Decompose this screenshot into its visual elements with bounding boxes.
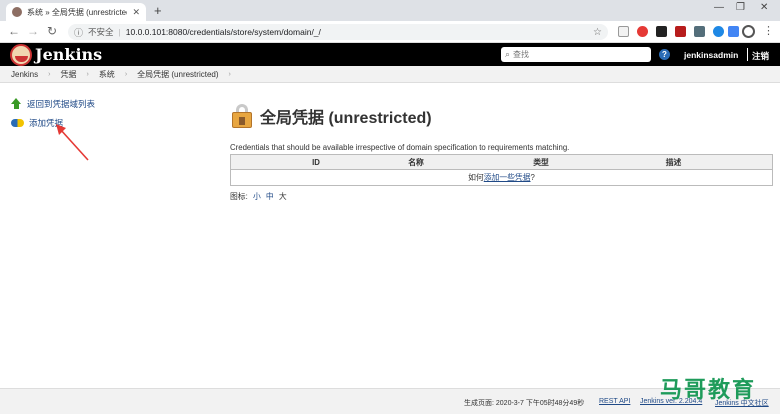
profile-avatar-icon[interactable]	[742, 25, 755, 38]
user-link[interactable]: jenkinsadmin	[684, 50, 738, 60]
tab-title: 系统 » 全局凭据 (unrestricted) [	[27, 7, 128, 17]
page-title: 全局凭据 (unrestricted)	[260, 110, 432, 127]
forward-icon[interactable]: →	[27, 24, 39, 38]
browser-tab[interactable]: 系统 » 全局凭据 (unrestricted) [ ✕	[6, 3, 146, 21]
breadcrumb-chevron-icon[interactable]: ›	[125, 71, 127, 78]
table-header: ID 名称 类型 描述	[231, 155, 772, 170]
extension-icon[interactable]	[656, 26, 667, 37]
url-separator: |	[118, 27, 121, 37]
info-icon[interactable]: ⓘ	[74, 26, 83, 39]
close-window-icon[interactable]: ✕	[760, 2, 768, 13]
jenkins-logo-icon[interactable]	[10, 44, 32, 66]
menu-kebab-icon[interactable]: ⋮	[763, 24, 774, 37]
add-credentials-link[interactable]: 添加一些凭据	[484, 172, 531, 183]
generated-time: 生成页面: 2020-3-7 下午05时48分49秒	[464, 400, 585, 407]
column-header-description[interactable]: 描述	[651, 157, 696, 168]
rest-api-link[interactable]: REST API	[599, 398, 630, 405]
jenkins-favicon-icon	[12, 7, 22, 17]
credential-store-icon	[230, 103, 254, 129]
table-row-empty: 如何 添加一些凭据 ?	[231, 170, 772, 185]
jenkins-header: Jenkins ⌕ ? jenkinsadmin 注销	[0, 43, 780, 66]
reload-icon[interactable]: ↻	[47, 24, 57, 38]
header-divider	[747, 48, 748, 61]
browser-tabstrip: 系统 » 全局凭据 (unrestricted) [ ✕ + — ❐ ✕	[0, 0, 780, 21]
watermark: 马哥教育	[660, 378, 757, 403]
url-field[interactable]: ⓘ 不安全 | 10.0.0.101:8080/credentials/stor…	[68, 24, 608, 40]
icon-size-medium[interactable]: 中	[266, 192, 274, 201]
close-tab-icon[interactable]: ✕	[132, 7, 140, 18]
logout-link[interactable]: 注销	[752, 50, 769, 62]
help-icon[interactable]: ?	[659, 49, 670, 60]
new-tab-icon[interactable]: +	[154, 3, 162, 18]
column-header-id[interactable]: ID	[231, 158, 401, 167]
breadcrumb-chevron-icon[interactable]: ›	[86, 71, 88, 78]
sidebar-item-label[interactable]: 返回到凭据域列表	[27, 98, 95, 110]
address-bar: ← → ↻ ⓘ 不安全 | 10.0.0.101:8080/credential…	[0, 21, 780, 43]
annotation-arrow-icon	[56, 124, 89, 161]
empty-suffix: ?	[530, 173, 535, 182]
main-panel: 全局凭据 (unrestricted) Credentials that sho…	[230, 100, 775, 202]
url-text: 10.0.0.101:8080/credentials/store/system…	[125, 27, 321, 37]
icon-size-selector: 图标: 小 中 大	[230, 191, 775, 202]
search-input[interactable]	[513, 50, 634, 59]
breadcrumb-item[interactable]: 全局凭据 (unrestricted)	[137, 69, 218, 80]
breadcrumb-item[interactable]: 系统	[99, 69, 115, 80]
extension-icon[interactable]	[713, 26, 724, 37]
column-header-name[interactable]: 名称	[401, 157, 431, 168]
column-header-type[interactable]: 类型	[431, 157, 651, 168]
extension-icon[interactable]	[637, 26, 648, 37]
minimize-icon[interactable]: —	[714, 2, 724, 13]
breadcrumb-chevron-icon[interactable]: ›	[48, 71, 50, 78]
search-box: ⌕	[501, 47, 651, 62]
icon-size-label: 图标:	[230, 192, 248, 201]
credentials-table: ID 名称 类型 描述 如何 添加一些凭据 ?	[230, 154, 773, 186]
extension-icon[interactable]	[618, 26, 629, 37]
page-header: 全局凭据 (unrestricted)	[230, 100, 775, 132]
extension-icon[interactable]	[694, 26, 705, 37]
restore-icon[interactable]: ❐	[736, 2, 745, 13]
search-icon: ⌕	[505, 49, 511, 59]
translate-icon[interactable]	[728, 26, 739, 37]
icon-size-small[interactable]: 小	[253, 192, 261, 201]
icon-size-large: 大	[278, 192, 287, 201]
jenkins-title[interactable]: Jenkins	[35, 45, 102, 64]
breadcrumb-item[interactable]: Jenkins	[11, 70, 38, 79]
up-arrow-icon	[11, 98, 22, 109]
bookmark-star-icon[interactable]: ☆	[593, 27, 602, 38]
pdf-extension-icon[interactable]	[675, 26, 686, 37]
credentials-icon	[11, 118, 24, 127]
breadcrumb-chevron-icon[interactable]: ›	[229, 71, 231, 78]
breadcrumb-item[interactable]: 凭据	[60, 69, 76, 80]
insecure-label: 不安全	[88, 27, 114, 37]
sidebar-item-back-to-domains[interactable]: 返回到凭据域列表	[11, 94, 95, 113]
empty-prefix: 如何	[468, 173, 484, 182]
breadcrumb: Jenkins › 凭据 › 系统 › 全局凭据 (unrestricted) …	[0, 66, 780, 83]
back-icon[interactable]: ←	[8, 24, 20, 38]
page-description: Credentials that should be available irr…	[230, 143, 570, 152]
